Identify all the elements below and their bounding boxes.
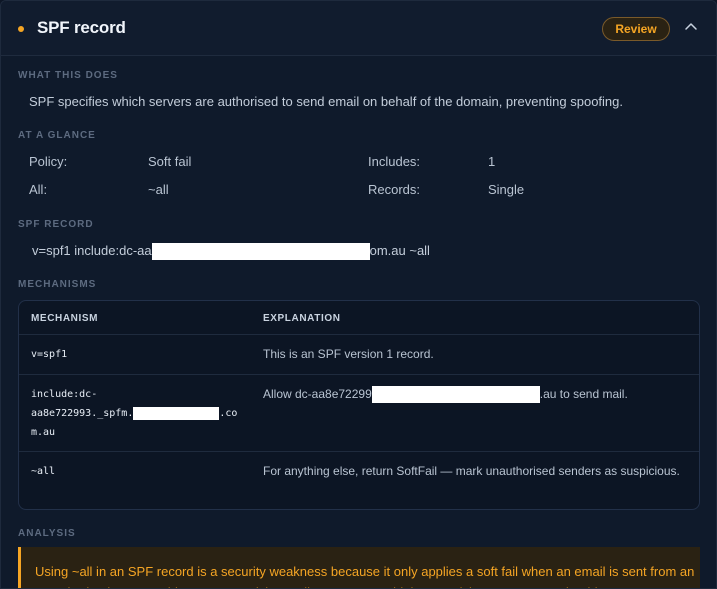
mechanism-line: aa8e722993._spfm. .co — [31, 404, 237, 423]
mechanism-line: include:dc- — [31, 389, 98, 400]
spf-record-card: SPF record Review WHAT THIS DOES SPF spe… — [0, 0, 717, 589]
section-label-analysis: ANALYSIS — [18, 528, 76, 539]
mechanism-cell: ~all — [31, 466, 56, 477]
row-divider — [19, 334, 699, 335]
glance-value-policy: Soft fail — [148, 154, 192, 169]
glance-key-all: All: — [29, 182, 48, 197]
mechanism-line-part: aa8e722993._spfm. — [31, 408, 134, 419]
card-title: SPF record — [37, 18, 126, 37]
glance-value-all: ~all — [148, 182, 169, 197]
column-header-mechanism: MECHANISM — [31, 313, 99, 324]
spf-record-suffix: om.au ~all — [369, 243, 430, 258]
section-label-at-a-glance: AT A GLANCE — [18, 130, 96, 141]
card-header[interactable]: SPF record Review — [1, 1, 716, 56]
status-dot-icon — [18, 26, 24, 32]
redaction-block — [371, 386, 540, 404]
explanation-cell: For anything else, return SoftFail — mar… — [263, 464, 680, 478]
glance-key-policy: Policy: — [29, 154, 68, 169]
analysis-callout: Using ~all in an SPF record is a securit… — [18, 547, 700, 588]
redaction-block — [151, 243, 370, 261]
explanation-prefix: Allow dc-aa8e72299 — [263, 387, 372, 401]
what-this-does-text: SPF specifies which servers are authoris… — [29, 94, 624, 109]
spf-record-value: v=spf1 include:dc-aa om.au ~all — [32, 243, 430, 261]
mechanisms-table: MECHANISM EXPLANATION v=spf1 This is an … — [18, 300, 700, 510]
mechanism-cell: include:dc- aa8e722993._spfm. .co m.au — [31, 385, 237, 442]
explanation-cell: This is an SPF version 1 record. — [263, 347, 434, 361]
spf-record-prefix: v=spf1 include:dc-aa — [32, 243, 152, 258]
redaction-block — [133, 406, 220, 420]
mechanism-cell: v=spf1 — [31, 349, 68, 360]
column-header-explanation: EXPLANATION — [263, 313, 341, 324]
explanation-suffix: .au to send mail. — [539, 387, 628, 401]
section-label-what-this-does: WHAT THIS DOES — [18, 70, 118, 81]
review-badge[interactable]: Review — [602, 17, 670, 41]
row-divider — [19, 374, 699, 375]
glance-value-includes: 1 — [488, 154, 496, 169]
chevron-up-icon[interactable] — [682, 18, 700, 36]
row-divider — [19, 451, 699, 452]
explanation-cell: Allow dc-aa8e72299 .au to send mail. — [263, 385, 683, 404]
mechanism-line-part: .co — [219, 408, 238, 419]
analysis-text: Using ~all in an SPF record is a securit… — [35, 564, 695, 588]
glance-key-records: Records: — [368, 182, 421, 197]
glance-key-includes: Includes: — [368, 154, 421, 169]
glance-value-records: Single — [488, 182, 525, 197]
section-label-mechanisms: MECHANISMS — [18, 279, 97, 290]
mechanism-line: m.au — [31, 427, 56, 438]
section-label-spf-record: SPF RECORD — [18, 219, 94, 230]
